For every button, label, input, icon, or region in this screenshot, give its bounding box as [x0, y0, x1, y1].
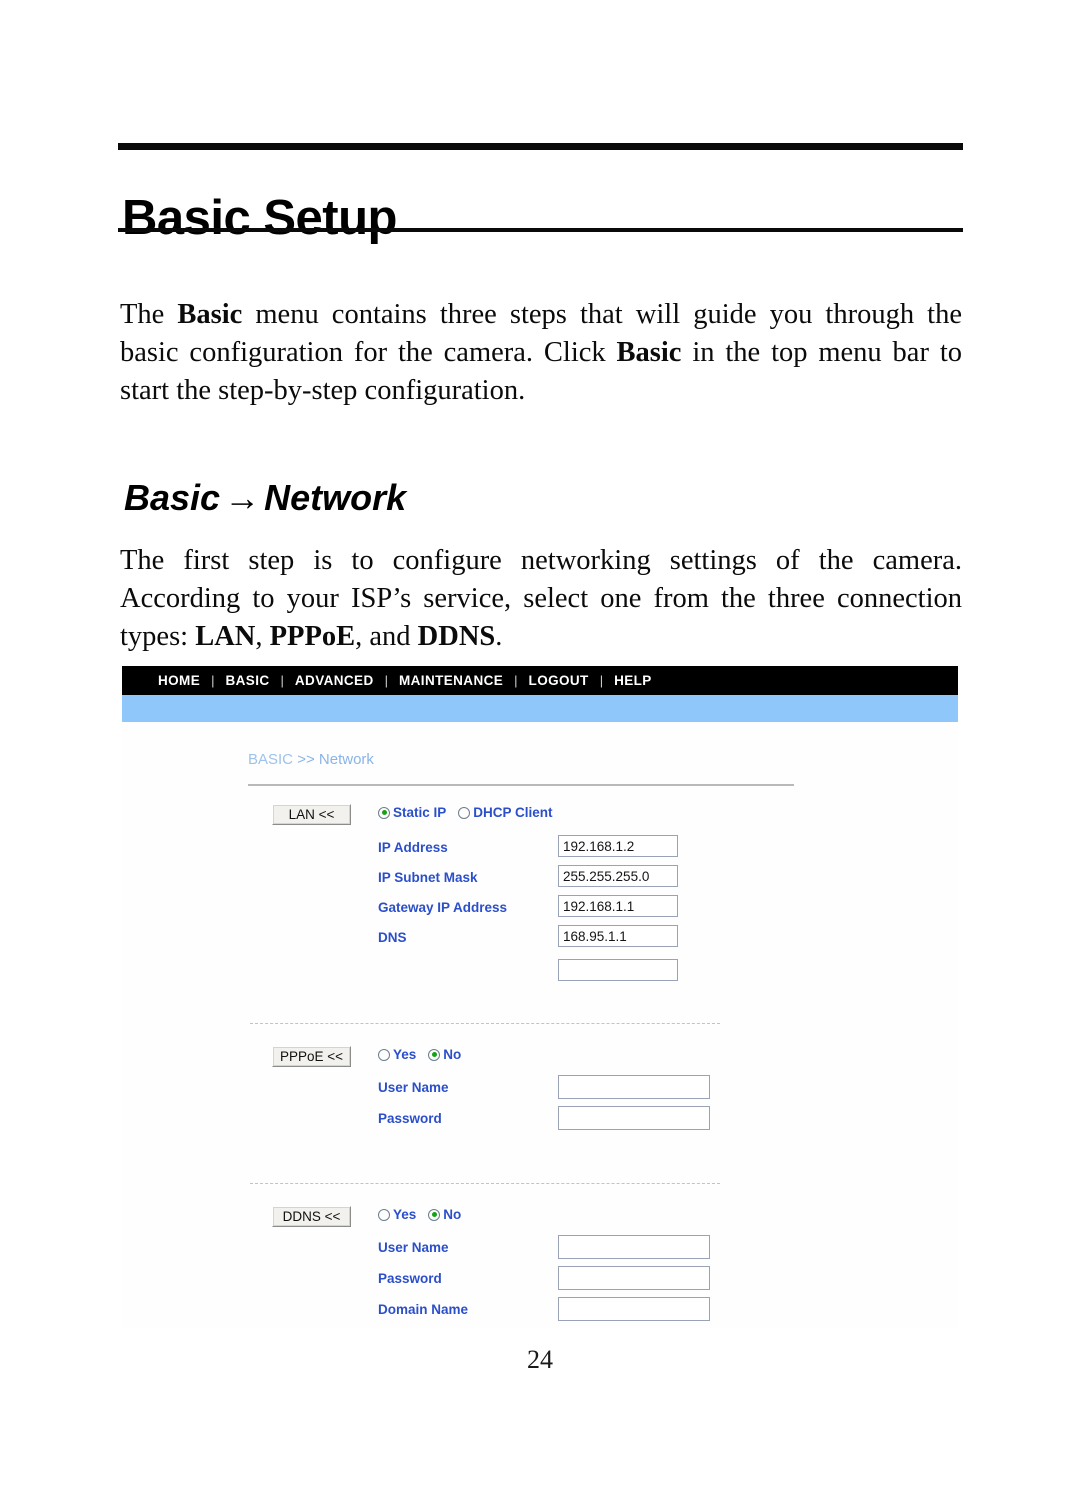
radio-label-static-ip: Static IP — [393, 805, 447, 820]
breadcrumb-current: Network — [318, 751, 374, 768]
section-bold-lan: LAN — [195, 620, 256, 652]
ddns-enable-radio-group: Yes No — [378, 1207, 461, 1222]
screenshot-content: BASIC >> Network LAN << Static IP DHCP C… — [122, 722, 958, 1328]
label-dns: DNS — [378, 930, 407, 945]
radio-label-ddns-no: No — [443, 1207, 462, 1222]
pppoe-enable-radio-group: Yes No — [378, 1047, 461, 1062]
arrow-icon: → — [224, 476, 261, 518]
accent-band — [122, 695, 958, 722]
intro-bold-basic-2: Basic — [616, 336, 682, 368]
top-navigation-bar: HOME | BASIC | ADVANCED | MAINTENANCE | … — [122, 666, 958, 695]
nav-separator: | — [384, 673, 388, 688]
divider-pppoe-ddns — [250, 1183, 720, 1184]
nav-item-logout[interactable]: LOGOUT — [529, 673, 589, 688]
manual-page: Basic Setup The Basic menu contains thre… — [0, 0, 1080, 1486]
radio-option-pppoe-no[interactable]: No — [428, 1047, 461, 1062]
radio-icon-unselected[interactable] — [378, 1048, 390, 1061]
radio-label-ddns-yes: Yes — [393, 1207, 417, 1222]
breadcrumb: BASIC >> Network — [248, 751, 374, 768]
label-ip-subnet-mask: IP Subnet Mask — [378, 870, 478, 885]
radio-label-dhcp-client: DHCP Client — [473, 805, 553, 820]
label-gateway-ip-address: Gateway IP Address — [378, 900, 508, 915]
section-text-2: , — [255, 620, 270, 652]
radio-option-pppoe-yes[interactable]: Yes — [378, 1047, 416, 1062]
section-heading-before: Basic — [124, 476, 221, 518]
nav-separator: | — [280, 673, 284, 688]
section-heading-after: Network — [264, 476, 407, 518]
intro-paragraph: The Basic menu contains three steps that… — [120, 296, 962, 410]
section-paragraph: The first step is to configure networkin… — [120, 542, 962, 656]
title-rule-top — [118, 143, 963, 150]
radio-label-pppoe-no: No — [443, 1047, 462, 1062]
radio-option-ddns-no[interactable]: No — [428, 1207, 461, 1222]
input-gateway-ip-address[interactable]: 192.168.1.1 — [558, 895, 678, 917]
input-pppoe-user-name[interactable] — [558, 1075, 710, 1099]
nav-item-home[interactable]: HOME — [158, 673, 200, 688]
radio-label-pppoe-yes: Yes — [393, 1047, 417, 1062]
intro-bold-basic-1: Basic — [177, 298, 243, 330]
input-pppoe-password[interactable] — [558, 1106, 710, 1130]
nav-item-help[interactable]: HELP — [614, 673, 652, 688]
nav-separator: | — [211, 673, 215, 688]
breadcrumb-root[interactable]: BASIC — [248, 751, 293, 768]
divider-top — [248, 784, 794, 786]
input-dns-primary[interactable]: 168.95.1.1 — [558, 925, 678, 947]
label-ddns-user-name: User Name — [378, 1240, 449, 1255]
lan-section-toggle-button[interactable]: LAN << — [272, 804, 351, 825]
nav-item-basic[interactable]: BASIC — [226, 673, 270, 688]
lan-connection-type-radio-group: Static IP DHCP Client — [378, 805, 553, 820]
intro-text-1: The — [120, 298, 178, 330]
section-text-4: . — [495, 620, 503, 652]
section-bold-pppoe: PPPoE — [269, 620, 356, 652]
nav-separator: | — [599, 673, 604, 688]
label-pppoe-password: Password — [378, 1111, 442, 1126]
nav-separator: | — [514, 673, 518, 688]
section-heading: Basic → Network — [124, 476, 406, 520]
nav-item-advanced[interactable]: ADVANCED — [295, 673, 374, 688]
label-pppoe-user-name: User Name — [378, 1080, 449, 1095]
label-ddns-domain-name: Domain Name — [378, 1302, 469, 1317]
title-rule-bottom — [118, 228, 963, 232]
radio-icon-selected[interactable] — [428, 1208, 441, 1221]
section-text-3: , and — [355, 620, 418, 652]
divider-lan-pppoe — [250, 1023, 720, 1024]
input-ddns-domain-name[interactable] — [558, 1297, 710, 1321]
radio-option-static-ip[interactable]: Static IP — [378, 805, 446, 820]
page-number: 24 — [527, 1345, 553, 1374]
page-title: Basic Setup — [122, 190, 397, 245]
label-ddns-password: Password — [378, 1271, 442, 1286]
input-ddns-user-name[interactable] — [558, 1235, 710, 1259]
ddns-section-toggle-button[interactable]: DDNS << — [272, 1206, 351, 1227]
radio-icon-unselected[interactable] — [378, 1208, 390, 1221]
radio-icon-selected[interactable] — [428, 1048, 441, 1061]
radio-icon-unselected[interactable] — [458, 806, 471, 819]
radio-option-ddns-yes[interactable]: Yes — [378, 1207, 416, 1222]
nav-item-maintenance[interactable]: MAINTENANCE — [399, 673, 503, 688]
input-ddns-password[interactable] — [558, 1266, 710, 1290]
pppoe-section-toggle-button[interactable]: PPPoE << — [272, 1046, 351, 1067]
radio-option-dhcp-client[interactable]: DHCP Client — [458, 805, 553, 820]
embedded-screenshot: HOME | BASIC | ADVANCED | MAINTENANCE | … — [122, 666, 958, 1328]
label-ip-address: IP Address — [378, 840, 448, 855]
input-ip-address[interactable]: 192.168.1.2 — [558, 835, 678, 857]
section-bold-ddns: DDNS — [417, 620, 496, 652]
input-dns-secondary[interactable] — [558, 959, 678, 981]
radio-icon-selected[interactable] — [378, 806, 390, 819]
breadcrumb-separator: >> — [297, 751, 315, 768]
input-ip-subnet-mask[interactable]: 255.255.255.0 — [558, 865, 678, 887]
